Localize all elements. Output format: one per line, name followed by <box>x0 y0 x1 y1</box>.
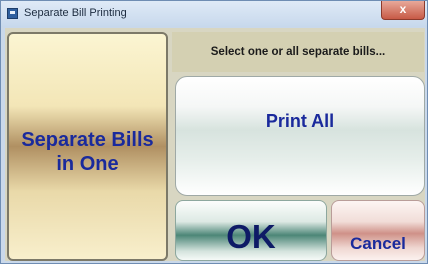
app-icon <box>7 8 18 19</box>
title-bar[interactable]: Separate Bill Printing x <box>1 1 427 27</box>
print-all-button[interactable]: Print All <box>175 76 425 196</box>
instruction-label: Select one or all separate bills... <box>172 32 424 72</box>
cancel-button[interactable]: Cancel <box>331 200 425 261</box>
separate-bill-printing-window: Separate Bill Printing x Separate Bills … <box>0 0 428 264</box>
window-title: Separate Bill Printing <box>24 7 127 19</box>
close-button[interactable]: x <box>381 1 425 20</box>
dialog-body: Separate Bills in One Select one or all … <box>5 28 425 261</box>
ok-button[interactable]: OK <box>175 200 327 261</box>
separate-bills-in-one-button[interactable]: Separate Bills in One <box>7 32 168 261</box>
